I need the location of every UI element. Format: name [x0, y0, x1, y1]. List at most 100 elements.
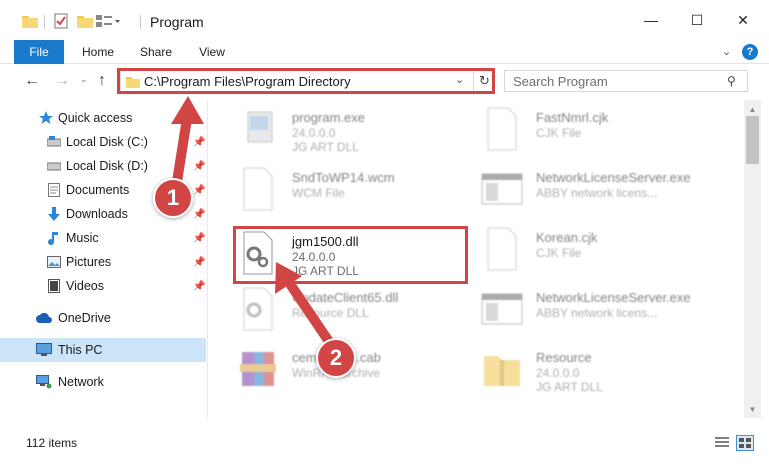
sidebar-item-pictures[interactable]: Pictures 📌 — [0, 250, 206, 274]
file-description: Resource DLL — [292, 306, 369, 320]
file-type: CJK File — [536, 246, 582, 260]
sidebar-item-local-disk-d[interactable]: Local Disk (D:) 📌 — [0, 154, 206, 178]
details-view-icon[interactable] — [713, 435, 731, 451]
blank-file-icon — [243, 167, 273, 211]
folder-icon[interactable] — [22, 12, 38, 30]
dll-gears-icon — [243, 287, 273, 331]
sidebar-item-label: Documents — [66, 183, 130, 197]
cloud-icon — [36, 310, 52, 326]
scroll-thumb[interactable] — [746, 116, 759, 164]
file-version: 24.0.0.0 — [536, 366, 580, 380]
computer-icon — [36, 342, 52, 358]
search-input[interactable]: Search Program — [513, 74, 608, 89]
title-separator — [140, 15, 141, 29]
sidebar-item-label: OneDrive — [58, 311, 111, 325]
sidebar-item-label: Quick access — [58, 111, 133, 125]
forward-button[interactable]: → — [54, 72, 70, 90]
search-box[interactable]: Search Program ⚲ — [504, 70, 748, 92]
file-description: ABBY network licens... — [536, 306, 658, 320]
customize-toolbar-icon[interactable] — [96, 12, 120, 30]
recent-locations-icon[interactable]: ⌄ — [80, 74, 88, 85]
pictures-icon — [46, 254, 62, 270]
documents-icon — [46, 182, 62, 198]
exe-icon — [247, 111, 273, 143]
videos-icon — [46, 278, 62, 294]
pin-icon[interactable]: 📌 — [193, 161, 205, 172]
file-item[interactable]: program.exe 24.0.0.0 JG ART DLL — [236, 104, 456, 156]
file-item[interactable]: SndToWP14.wcm WCM File — [236, 164, 456, 216]
large-icons-view-icon[interactable] — [736, 435, 754, 451]
sidebar-item-this-pc[interactable]: This PC — [0, 338, 206, 362]
sidebar-item-network[interactable]: Network — [0, 370, 206, 394]
sidebar-item-local-disk-c[interactable]: Local Disk (C:) 📌 — [0, 130, 206, 154]
vertical-scrollbar[interactable]: ▲ ▼ — [744, 100, 761, 418]
file-item[interactable]: Korean.cjk CJK File — [480, 224, 740, 276]
sidebar-item-label: Local Disk (D:) — [66, 159, 148, 173]
tab-view[interactable]: View — [190, 40, 234, 64]
sidebar-item-label: Local Disk (C:) — [66, 135, 148, 149]
status-bar: 112 items — [0, 426, 769, 469]
search-icon[interactable]: ⚲ — [727, 74, 736, 88]
pin-icon[interactable]: 📌 — [193, 233, 205, 244]
winrar-icon — [240, 352, 276, 386]
item-count: 112 items — [26, 436, 78, 450]
sidebar-item-onedrive[interactable]: OneDrive — [0, 306, 206, 330]
tab-file[interactable]: File — [14, 40, 64, 64]
window-title: Program — [150, 14, 204, 30]
properties-check-icon[interactable] — [54, 12, 68, 30]
pin-icon[interactable]: 📌 — [193, 257, 205, 268]
sidebar-item-quick-access[interactable]: Quick access — [0, 106, 206, 130]
file-name: UpdateClient65.dll — [292, 290, 399, 305]
file-name: Resource — [536, 350, 592, 365]
sidebar-item-label: Music — [66, 231, 99, 245]
file-item[interactable]: NetworkLicenseServer.exe ABBY network li… — [480, 164, 740, 216]
file-type: WCM File — [292, 186, 345, 200]
music-icon — [46, 230, 62, 246]
pin-icon[interactable]: 📌 — [193, 209, 205, 220]
file-version: 24.0.0.0 — [292, 126, 336, 140]
file-type: CJK File — [536, 126, 582, 140]
file-name: Korean.cjk — [536, 230, 598, 245]
file-item[interactable]: Resource 24.0.0.0 JG ART DLL — [480, 344, 740, 396]
navigation-bar: ← → ⌄ ↑ C:\Program Files\Program Directo… — [0, 64, 769, 100]
scroll-down-arrow-icon[interactable]: ▼ — [744, 402, 761, 416]
close-button[interactable]: ✕ — [720, 0, 766, 40]
file-description: ABBY network licens... — [536, 186, 658, 200]
file-name: program.exe — [292, 110, 365, 125]
file-description: JG ART DLL — [292, 140, 359, 154]
sidebar-item-label: Network — [58, 375, 104, 389]
navigation-pane: Quick access Local Disk (C:) 📌 Local Dis… — [0, 100, 208, 418]
file-name: SndToWP14.wcm — [292, 170, 395, 185]
ribbon-tabs: File Home Share View ⌄ ? — [0, 40, 769, 64]
drive-icon — [46, 158, 62, 174]
step-2-badge: 2 — [316, 338, 356, 378]
tab-share[interactable]: Share — [132, 40, 180, 64]
file-name: NetworkLicenseServer.exe — [536, 290, 691, 305]
file-item[interactable]: FastNmrl.cjk CJK File — [480, 104, 740, 156]
file-item[interactable]: UpdateClient65.dll Resource DLL — [236, 284, 456, 336]
network-icon — [36, 374, 52, 390]
window-exe-icon — [481, 293, 523, 325]
pin-icon[interactable]: 📌 — [193, 281, 205, 292]
sidebar-item-label: Pictures — [66, 255, 112, 269]
sidebar-item-videos[interactable]: Videos 📌 — [0, 274, 206, 298]
up-button[interactable]: ↑ — [98, 72, 106, 90]
expand-ribbon-icon[interactable]: ⌄ — [722, 45, 731, 58]
back-button[interactable]: ← — [24, 72, 40, 90]
star-icon — [38, 110, 54, 126]
new-folder-icon[interactable] — [77, 12, 93, 30]
pin-icon[interactable]: 📌 — [193, 185, 205, 196]
minimize-button[interactable]: — — [628, 0, 674, 40]
title-bar: Program — ☐ ✕ — [0, 0, 769, 40]
tab-home[interactable]: Home — [74, 40, 122, 64]
pin-icon[interactable]: 📌 — [193, 137, 205, 148]
file-item[interactable]: NetworkLicenseServer.exe ABBY network li… — [480, 284, 740, 336]
sidebar-item-label: Videos — [66, 279, 104, 293]
address-highlight-box — [117, 68, 495, 94]
scroll-up-arrow-icon[interactable]: ▲ — [744, 102, 761, 116]
maximize-button[interactable]: ☐ — [674, 0, 720, 40]
blank-file-icon — [487, 227, 517, 271]
file-name: NetworkLicenseServer.exe — [536, 170, 691, 185]
sidebar-item-music[interactable]: Music 📌 — [0, 226, 206, 250]
help-icon[interactable]: ? — [742, 44, 758, 60]
